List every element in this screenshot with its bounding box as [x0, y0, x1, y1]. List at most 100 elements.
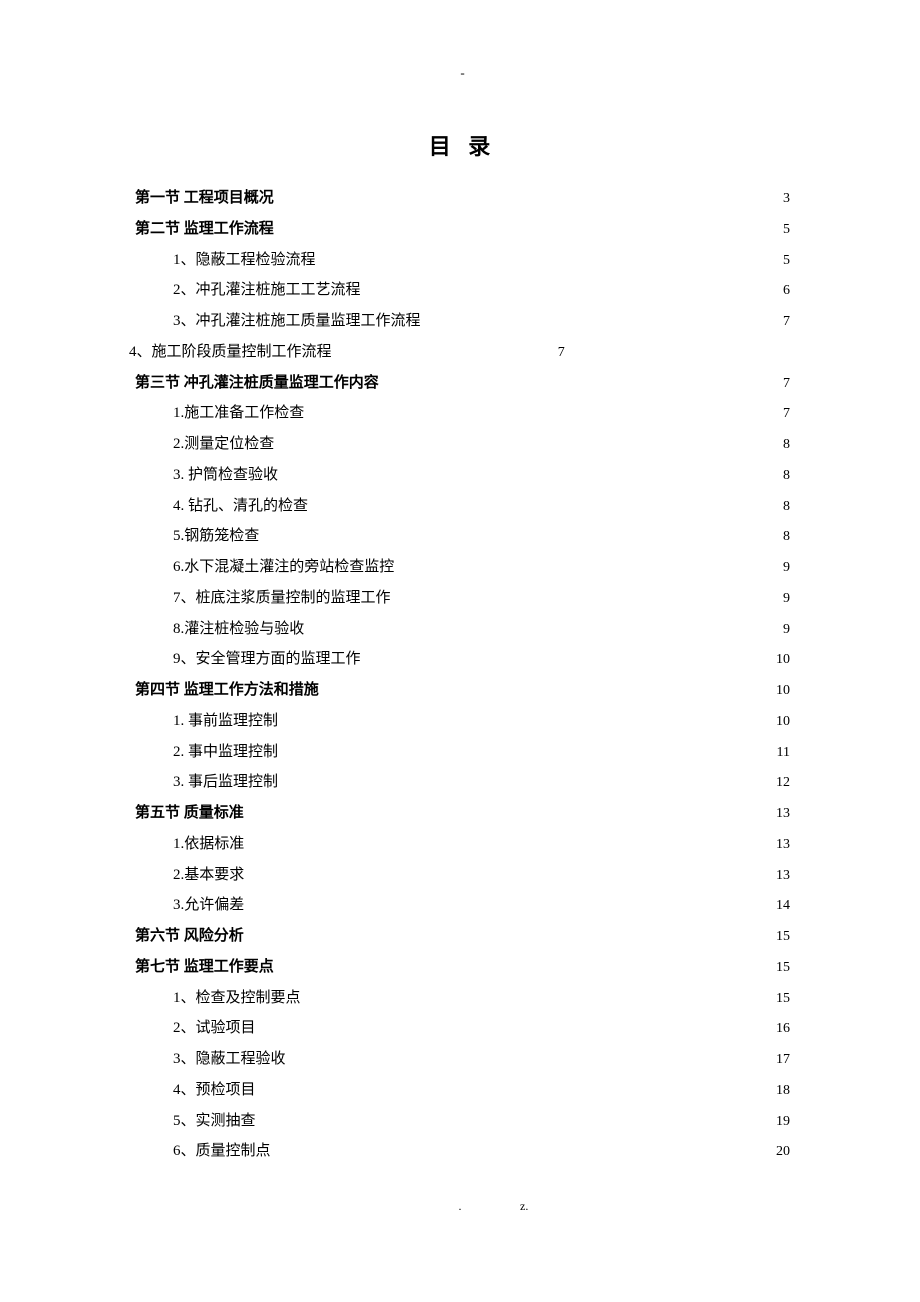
- toc-page: 8: [782, 462, 790, 491]
- toc-label: 3、冲孔灌注桩施工质量监理工作流程: [173, 306, 421, 337]
- toc-page: 10: [775, 708, 790, 737]
- leader-dots: [361, 279, 782, 294]
- toc-label: 5.钢筋笼检查: [173, 521, 259, 552]
- toc-entry: 4. 钻孔、清孔的检查 8: [135, 491, 790, 522]
- toc-page: 8: [782, 493, 790, 522]
- toc-entry: 2. 事中监理控制 11: [135, 737, 790, 768]
- toc-label: 4、预检项目: [173, 1075, 256, 1106]
- toc-entry: 3、冲孔灌注桩施工质量监理工作流程 7: [135, 306, 790, 337]
- toc-label: 4、施工阶段质量控制工作流程: [129, 337, 332, 368]
- toc-entry: 1. 事前监理控制 10: [135, 706, 790, 737]
- toc-label: 1、隐蔽工程检验流程: [173, 245, 316, 276]
- toc-label: 4. 钻孔、清孔的检查: [173, 491, 308, 522]
- toc-page: 10: [775, 646, 790, 675]
- toc-label: 第六节 风险分析: [135, 921, 244, 952]
- leader-dots: [278, 741, 776, 756]
- toc-page: 11: [776, 739, 790, 768]
- toc-page: 15: [775, 954, 790, 983]
- leader-dots: [274, 956, 775, 971]
- leader-dots: [421, 310, 782, 325]
- toc-page: 13: [775, 831, 790, 860]
- leader-dots: [361, 648, 775, 663]
- toc-label: 第七节 监理工作要点: [135, 952, 274, 983]
- footer-left: .: [459, 1199, 462, 1213]
- toc-label: 第二节 监理工作流程: [135, 214, 274, 245]
- toc-label: 2. 事中监理控制: [173, 737, 278, 768]
- toc-label: 9、安全管理方面的监理工作: [173, 644, 361, 675]
- header-dash: -: [135, 65, 790, 81]
- leader-dots: [394, 556, 782, 571]
- toc-entry: 第一节 工程项目概况 3: [135, 183, 790, 214]
- toc-entry: 9、安全管理方面的监理工作 10: [135, 644, 790, 675]
- toc-label: 5、实测抽查: [173, 1106, 256, 1137]
- toc-label: 1. 事前监理控制: [173, 706, 278, 737]
- leader-dots: [244, 802, 775, 817]
- toc-label: 2、试验项目: [173, 1013, 256, 1044]
- toc-page: 12: [775, 769, 790, 798]
- toc-label: 第一节 工程项目概况: [135, 183, 274, 214]
- toc-page: 18: [775, 1077, 790, 1106]
- toc-entry: 2.基本要求 13: [135, 860, 790, 891]
- toc-page: 13: [775, 862, 790, 891]
- toc-page: 16: [775, 1015, 790, 1044]
- leader-dots: [256, 1017, 775, 1032]
- toc-label: 第五节 质量标准: [135, 798, 244, 829]
- toc-entry: 3. 事后监理控制12: [135, 767, 790, 798]
- leader-dots: [379, 372, 782, 387]
- toc-entry: 5.钢筋笼检查 8: [135, 521, 790, 552]
- toc-entry: 第五节 质量标准 13: [135, 798, 790, 829]
- leader-dots: [286, 1048, 775, 1063]
- toc-entry: 第六节 风险分析15: [135, 921, 790, 952]
- leader-dots: [244, 925, 775, 940]
- leader-dots: [271, 1140, 775, 1155]
- leader-dots: [301, 987, 775, 1002]
- leader-dots: [304, 618, 782, 633]
- toc-entry: 4、预检项目 18: [135, 1075, 790, 1106]
- leader-dots: [274, 433, 782, 448]
- footer-right: z.: [520, 1199, 528, 1214]
- toc-page: 5: [782, 216, 790, 245]
- toc-page: 3: [782, 185, 790, 214]
- toc-label: 1.依据标准: [173, 829, 244, 860]
- page-footer: . z.: [0, 1199, 920, 1214]
- leader-dots: [259, 525, 782, 540]
- toc-entry: 4、施工阶段质量控制工作流程 7: [129, 337, 790, 368]
- toc-entry: 7、桩底注浆质量控制的监理工作9: [135, 583, 790, 614]
- leader-dots: [278, 771, 775, 786]
- toc-page: 15: [775, 985, 790, 1014]
- toc-entry: 8.灌注桩检验与验收9: [135, 614, 790, 645]
- toc-page: 9: [782, 585, 790, 614]
- toc-entry: 1.依据标准 13: [135, 829, 790, 860]
- toc-page: 7: [782, 308, 790, 337]
- toc-entry: 2、冲孔灌注桩施工工艺流程 6: [135, 275, 790, 306]
- toc-page: 7: [782, 370, 790, 399]
- toc-page: 7: [557, 339, 565, 368]
- toc-page: 19: [775, 1108, 790, 1137]
- leader-dots: [304, 402, 782, 417]
- toc-label: 8.灌注桩检验与验收: [173, 614, 304, 645]
- toc-label: 1.施工准备工作检查: [173, 398, 304, 429]
- table-of-contents: 第一节 工程项目概况3第二节 监理工作流程51、隐蔽工程检验流程52、冲孔灌注桩…: [135, 183, 790, 1167]
- toc-label: 3.允许偏差: [173, 890, 244, 921]
- toc-label: 2、冲孔灌注桩施工工艺流程: [173, 275, 361, 306]
- toc-page: 13: [775, 800, 790, 829]
- toc-label: 第四节 监理工作方法和措施: [135, 675, 319, 706]
- toc-entry: 5、实测抽查 19: [135, 1106, 790, 1137]
- toc-label: 2.基本要求: [173, 860, 244, 891]
- leader-dots: [319, 679, 775, 694]
- toc-entry: 3.允许偏差14: [135, 890, 790, 921]
- leader-dots: [256, 1110, 775, 1125]
- toc-page: 6: [782, 277, 790, 306]
- toc-entry: 3、隐蔽工程验收17: [135, 1044, 790, 1075]
- leader-dots: [316, 249, 782, 264]
- toc-label: 第三节 冲孔灌注桩质量监理工作内容: [135, 368, 379, 399]
- toc-label: 2.测量定位检查: [173, 429, 274, 460]
- toc-page: 8: [782, 523, 790, 552]
- leader-dots: [274, 218, 782, 233]
- toc-entry: 2.测量定位检查8: [135, 429, 790, 460]
- toc-page: 17: [775, 1046, 790, 1075]
- leader-dots: [308, 495, 782, 510]
- toc-page: 20: [775, 1138, 790, 1167]
- leader-dots: [244, 864, 775, 879]
- leader-dots: [278, 464, 782, 479]
